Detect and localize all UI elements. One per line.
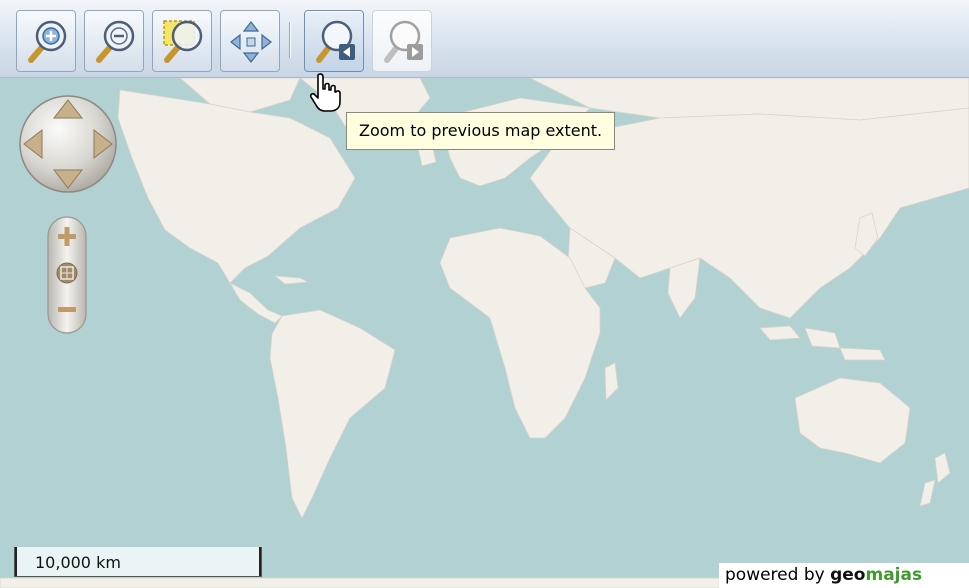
world-map [0,78,969,588]
powered-by-prefix: powered by [725,565,831,585]
magnifier-rectangle-icon [163,20,203,63]
zoom-control [47,216,87,334]
magnifier-forward-icon [384,20,423,63]
magnifier-back-icon [316,20,355,63]
magnifier-minus-icon [96,20,135,63]
zoom-in-button[interactable] [16,10,76,72]
powered-by: powered by geomajas [719,563,969,588]
map-toolbar [0,0,969,78]
zoom-to-rectangle-button[interactable] [152,10,212,72]
zoom-previous-button[interactable] [304,10,364,72]
brand-geo: geo [830,565,866,585]
scale-bar-left-tick [15,547,17,576]
zoom-max-extent-icon[interactable] [56,262,78,284]
pan-button[interactable] [220,10,280,72]
zoom-minus-icon[interactable] [58,307,76,312]
zoom-out-button[interactable] [84,10,144,72]
scale-bar: 10,000 km [14,547,262,577]
pan-control [19,95,117,193]
pan-arrows-icon [230,21,272,63]
scale-bar-right-tick [259,547,261,576]
brand-majas: majas [865,565,923,585]
scale-bar-label: 10,000 km [35,553,121,572]
zoom-next-button[interactable] [372,10,432,72]
map-canvas[interactable] [0,78,969,588]
hand-cursor-icon [309,73,341,112]
toolbar-separator [289,22,291,58]
tooltip: Zoom to previous map extent. [346,112,616,150]
map-widget: Zoom to previous map extent. 10,000 km p… [0,0,969,588]
magnifier-plus-icon [28,20,67,63]
